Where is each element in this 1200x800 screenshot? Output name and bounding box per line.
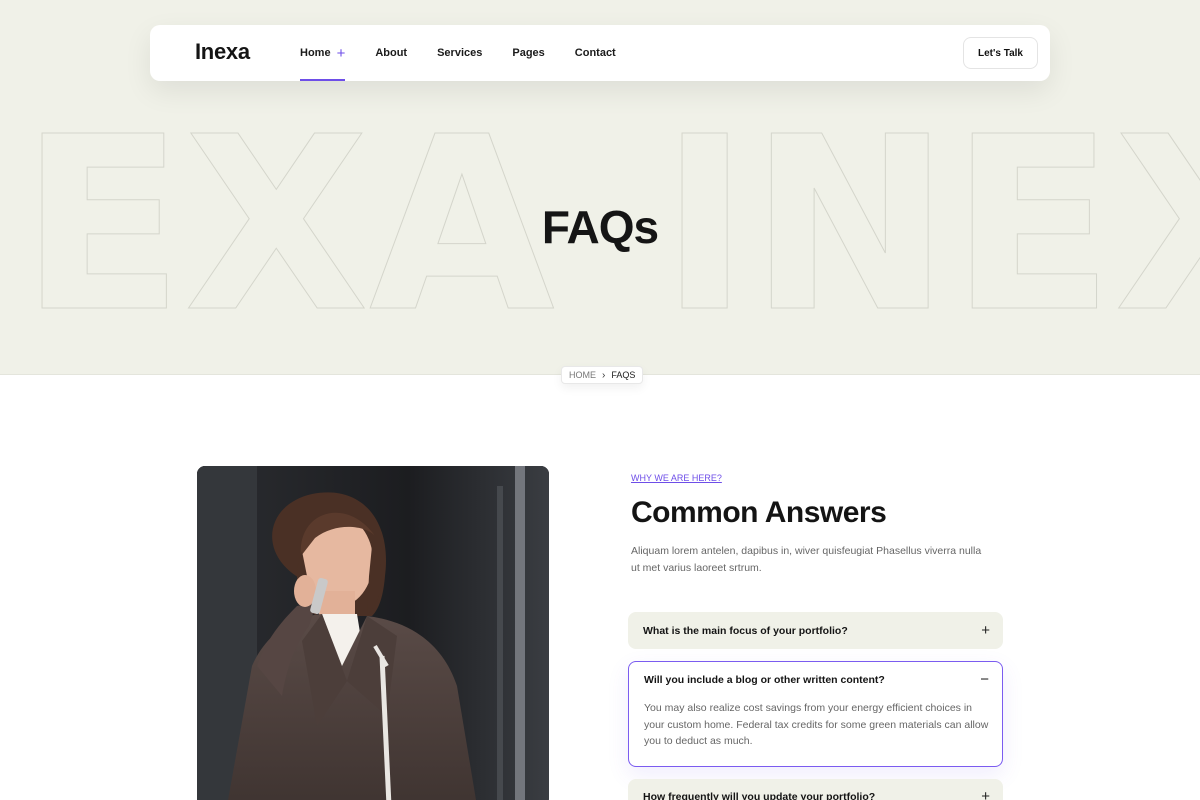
section-eyebrow-link[interactable]: WHY WE ARE HERE? xyxy=(631,473,722,483)
main-nav: Home + About Services Pages Contact xyxy=(300,25,646,81)
photo-illustration xyxy=(197,466,549,800)
plus-icon[interactable]: + xyxy=(981,789,990,800)
breadcrumb-home-link[interactable]: HOME xyxy=(569,370,596,380)
breadcrumb-current: FAQS xyxy=(611,370,636,380)
woman-on-phone-photo xyxy=(197,466,549,800)
section-title: Common Answers xyxy=(631,496,887,529)
nav-item-label: Home xyxy=(300,47,331,59)
faq-question: How frequently will you update your port… xyxy=(643,791,876,800)
faq-question: What is the main focus of your portfolio… xyxy=(643,625,848,637)
faq-item[interactable]: What is the main focus of your portfolio… xyxy=(628,612,1003,649)
minus-icon[interactable]: − xyxy=(980,672,989,687)
nav-item-pages[interactable]: Pages xyxy=(512,25,544,81)
faq-answer: You may also realize cost savings from y… xyxy=(644,702,989,747)
faq-question: Will you include a blog or other written… xyxy=(644,674,885,686)
chevron-right-icon: › xyxy=(602,369,606,381)
nav-item-label: Pages xyxy=(512,47,545,59)
logo[interactable]: Inexa xyxy=(195,39,250,65)
plus-icon[interactable]: + xyxy=(981,623,990,638)
plus-icon: + xyxy=(336,44,346,62)
nav-item-contact[interactable]: Contact xyxy=(575,25,616,81)
faq-item[interactable]: How frequently will you update your port… xyxy=(628,779,1003,800)
section-description: Aliquam lorem antelen, dapibus in, wiver… xyxy=(631,545,982,574)
nav-item-label: Contact xyxy=(574,47,616,59)
breadcrumb: HOME › FAQS xyxy=(561,366,644,384)
nav-item-label: About xyxy=(375,47,408,59)
page-title: FAQs xyxy=(541,201,659,253)
navbar: Inexa Home + About Services Pages Contac… xyxy=(150,25,1050,81)
nav-item-services[interactable]: Services xyxy=(437,25,482,81)
nav-item-about[interactable]: About xyxy=(375,25,407,81)
lets-talk-button[interactable]: Let's Talk xyxy=(963,37,1038,69)
nav-item-home[interactable]: Home + xyxy=(300,25,346,81)
faq-item-expanded[interactable]: Will you include a blog or other written… xyxy=(628,661,1003,767)
nav-item-label: Services xyxy=(437,47,483,59)
